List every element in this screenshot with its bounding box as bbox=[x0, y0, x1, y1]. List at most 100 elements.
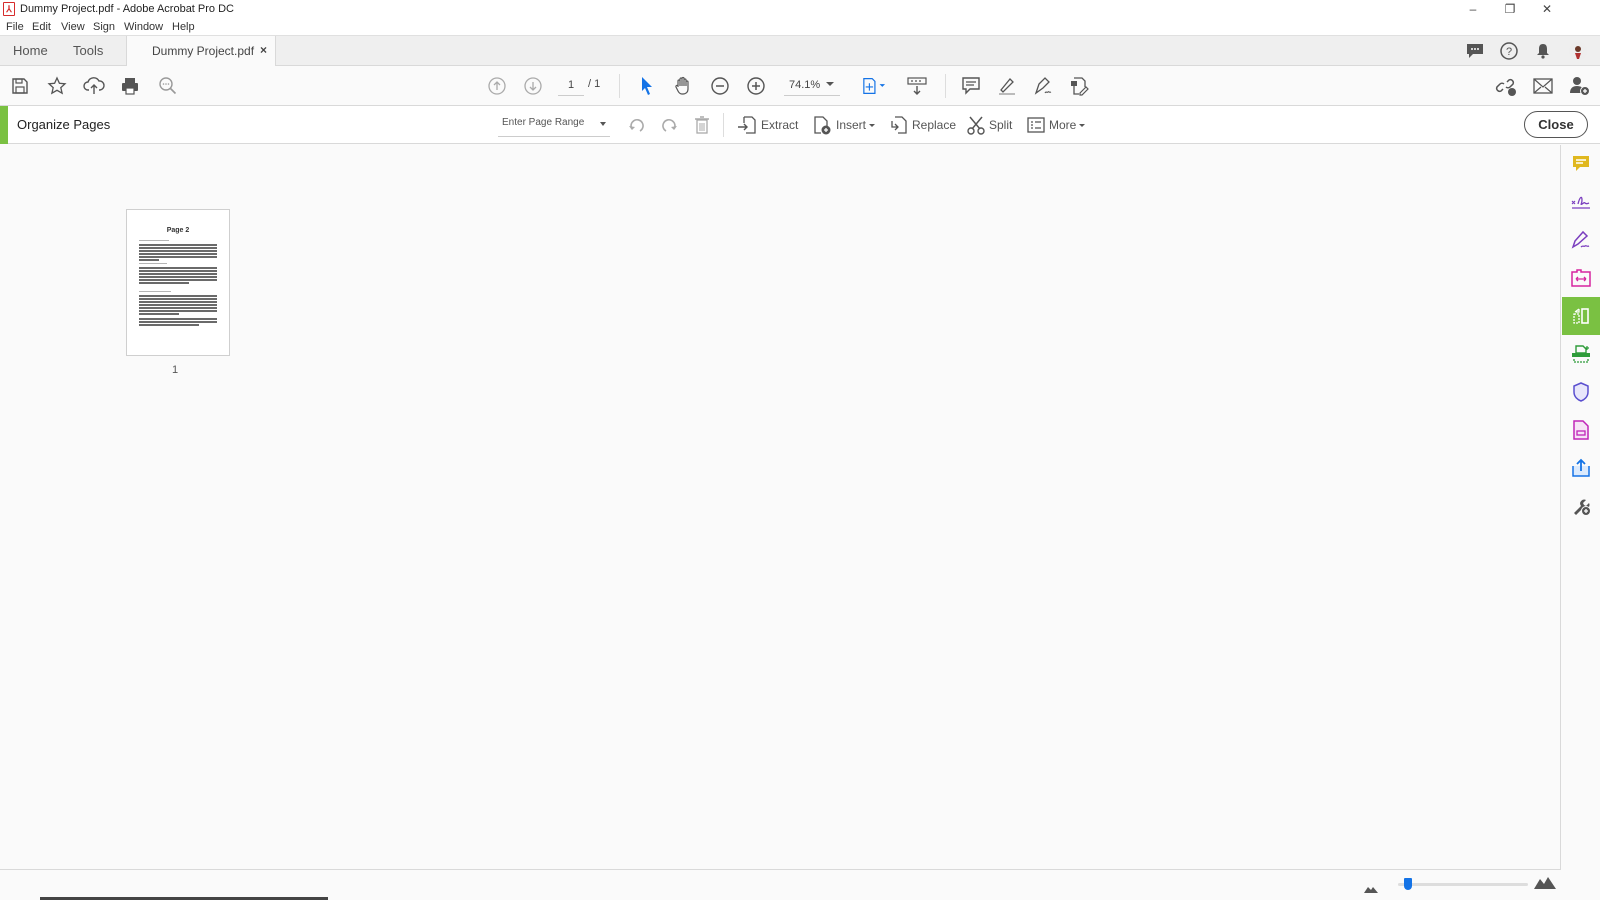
thumbnail-text-line bbox=[139, 256, 217, 258]
thumbnail-text-line bbox=[139, 318, 217, 320]
more-tools-icon[interactable] bbox=[1562, 487, 1600, 525]
thumbnail-size-slider[interactable] bbox=[1398, 878, 1528, 890]
page-range-input[interactable]: Enter Page Range bbox=[498, 113, 610, 137]
tab-bar: Home Tools Dummy Project.pdf × bbox=[0, 36, 1600, 67]
organize-pages-title: Organize Pages bbox=[17, 117, 111, 132]
insert-button[interactable]: Insert bbox=[812, 113, 876, 137]
thumbnail-text-line bbox=[139, 259, 159, 261]
split-button[interactable]: Split bbox=[967, 113, 1012, 137]
window-title: Dummy Project.pdf - Adobe Acrobat Pro DC bbox=[20, 3, 234, 15]
zoom-out-icon[interactable] bbox=[708, 74, 732, 98]
large-thumbnail-icon[interactable] bbox=[1534, 875, 1556, 894]
organize-accent-bar bbox=[0, 106, 8, 144]
menu-help[interactable]: Help bbox=[172, 21, 195, 33]
toolbar-divider bbox=[619, 74, 620, 98]
select-cursor-icon[interactable] bbox=[635, 74, 659, 98]
scan-icon[interactable] bbox=[1562, 335, 1600, 373]
thumbnail-text-line bbox=[139, 291, 171, 292]
menu-edit[interactable]: Edit bbox=[32, 21, 51, 33]
comments-icon[interactable] bbox=[1465, 41, 1485, 61]
close-organize-button[interactable]: Close bbox=[1524, 111, 1588, 138]
tools-right-rail bbox=[1562, 145, 1600, 900]
next-page-icon[interactable] bbox=[521, 74, 545, 98]
extract-label: Extract bbox=[761, 118, 799, 132]
page-thumbnail[interactable]: Page 2 bbox=[126, 209, 230, 356]
more-caret-icon bbox=[1079, 123, 1086, 127]
thumbnail-text-line bbox=[139, 304, 217, 306]
zoom-dropdown-caret-icon[interactable] bbox=[826, 82, 834, 86]
add-user-icon[interactable] bbox=[1568, 74, 1592, 98]
request-signature-icon[interactable] bbox=[1562, 221, 1600, 259]
menu-bar: File Edit View Sign Window Help bbox=[0, 18, 1600, 36]
thumbnail-size-slider-handle[interactable] bbox=[1404, 878, 1413, 890]
insert-label: Insert bbox=[836, 118, 867, 132]
prev-page-icon[interactable] bbox=[485, 74, 509, 98]
sign-icon[interactable] bbox=[1031, 74, 1055, 98]
organize-pages-icon[interactable] bbox=[1562, 297, 1600, 335]
menu-sign[interactable]: Sign bbox=[93, 21, 115, 33]
menu-window[interactable]: Window bbox=[124, 21, 163, 33]
page-number-input[interactable]: 1 bbox=[558, 76, 584, 96]
close-window-button[interactable]: ✕ bbox=[1524, 0, 1570, 18]
zoom-in-icon[interactable] bbox=[744, 74, 768, 98]
menu-view[interactable]: View bbox=[61, 21, 85, 33]
export-pdf-icon[interactable] bbox=[1562, 449, 1600, 487]
thumbnail-text-line bbox=[139, 270, 217, 272]
bookmark-star-icon[interactable] bbox=[45, 74, 69, 98]
help-icon[interactable]: ? bbox=[1499, 41, 1519, 61]
fit-page-icon[interactable] bbox=[862, 74, 886, 98]
tab-document[interactable]: Dummy Project.pdf × bbox=[126, 36, 276, 67]
small-thumbnail-icon[interactable] bbox=[1364, 880, 1378, 898]
split-label: Split bbox=[989, 118, 1013, 132]
fill-sign-icon[interactable] bbox=[1067, 74, 1091, 98]
acrobat-app-icon: ⅄ bbox=[3, 2, 15, 16]
main-toolbar: 1 / 1 74.1% bbox=[0, 66, 1600, 106]
rotate-left-icon[interactable] bbox=[625, 113, 649, 137]
email-icon[interactable] bbox=[1531, 74, 1555, 98]
profile-avatar[interactable] bbox=[1568, 41, 1588, 61]
delete-icon[interactable] bbox=[690, 113, 714, 137]
replace-button[interactable]: Replace bbox=[888, 113, 956, 137]
tab-home[interactable]: Home bbox=[13, 43, 48, 58]
more-button[interactable]: More bbox=[1027, 113, 1086, 137]
create-pdf-icon[interactable] bbox=[1562, 411, 1600, 449]
comment-tool-icon[interactable] bbox=[1562, 145, 1600, 183]
extract-button[interactable]: Extract bbox=[737, 113, 798, 137]
thumbnail-text-line bbox=[139, 244, 217, 246]
scroll-mode-icon[interactable] bbox=[905, 74, 929, 98]
thumbnail-text-line bbox=[139, 267, 217, 269]
organize-pages-toolbar: Organize Pages Enter Page Range Extract … bbox=[0, 106, 1600, 144]
menu-file[interactable]: File bbox=[6, 21, 24, 33]
search-text-icon[interactable] bbox=[156, 74, 180, 98]
fill-sign-tool-icon[interactable] bbox=[1562, 183, 1600, 221]
thumbnail-text-line bbox=[139, 276, 217, 278]
save-icon[interactable] bbox=[8, 74, 32, 98]
cloud-upload-icon[interactable] bbox=[82, 74, 106, 98]
thumbnail-text-line bbox=[139, 324, 199, 326]
thumbnail-text-line bbox=[139, 247, 217, 249]
thumbnail-text-line bbox=[139, 240, 169, 241]
thumbnail-text-line bbox=[139, 279, 217, 281]
page-thumbnails-area: Page 2 1 bbox=[0, 145, 1561, 869]
tab-close-icon[interactable]: × bbox=[260, 43, 267, 57]
share-link-icon[interactable] bbox=[1494, 74, 1518, 98]
protect-icon[interactable] bbox=[1562, 373, 1600, 411]
hand-icon[interactable] bbox=[671, 74, 695, 98]
page-range-caret-icon[interactable] bbox=[600, 122, 606, 126]
rotate-right-icon[interactable] bbox=[657, 113, 681, 137]
edit-pdf-icon[interactable] bbox=[1562, 259, 1600, 297]
thumbnail-text-line bbox=[139, 321, 217, 323]
print-icon[interactable] bbox=[118, 74, 142, 98]
comment-icon[interactable] bbox=[959, 74, 983, 98]
thumbnail-text-line bbox=[139, 313, 179, 315]
zoom-level-select[interactable]: 74.1% bbox=[784, 76, 840, 96]
tab-tools[interactable]: Tools bbox=[73, 43, 103, 58]
thumbnail-text-line bbox=[139, 301, 217, 303]
notifications-icon[interactable] bbox=[1533, 41, 1553, 61]
toolbar-divider bbox=[945, 74, 946, 98]
thumbnail-text-line bbox=[139, 250, 217, 252]
thumbnail-page-heading: Page 2 bbox=[166, 227, 190, 234]
title-bar: ⅄ Dummy Project.pdf - Adobe Acrobat Pro … bbox=[0, 0, 1600, 18]
thumbnail-text-line bbox=[139, 310, 217, 312]
highlight-icon[interactable] bbox=[995, 74, 1019, 98]
